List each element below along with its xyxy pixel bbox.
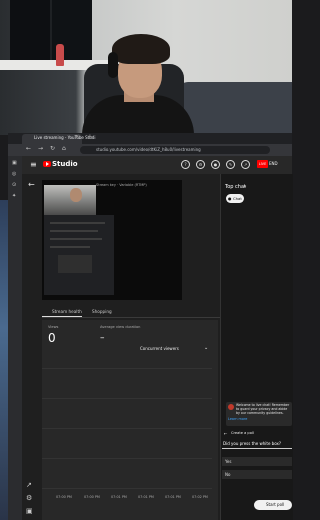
preview-badge: Stream key · Variable (RTMP) (96, 183, 147, 187)
tab-close-icon[interactable]: ✕ (75, 134, 79, 140)
chevron-down-icon[interactable]: ⌄ (243, 183, 247, 189)
address-url: studio.youtube.com/video/dtKiZ_h8u0/live… (96, 147, 201, 152)
chart-gridline (42, 458, 212, 459)
preview-row (50, 246, 90, 248)
x-tick: 07:00 PM (56, 495, 72, 499)
active-tab-indicator (42, 316, 82, 317)
sidebar-icon[interactable]: ◎ (12, 171, 18, 177)
x-tick: 07:00 PM (84, 495, 100, 499)
bottle (56, 44, 64, 66)
chart-gridline (42, 368, 212, 369)
learn-more-link[interactable]: Learn more (228, 417, 247, 421)
end-stream-button[interactable]: END (269, 161, 278, 166)
avg-duration-label: Average view duration (100, 325, 141, 329)
preview-row (50, 230, 98, 232)
poll-option-field[interactable] (222, 470, 292, 479)
x-tick: 07:02 PM (192, 495, 208, 499)
share-icon[interactable]: ↗ (241, 160, 250, 169)
preview-row (50, 238, 102, 240)
preview-dialog (58, 255, 92, 273)
x-tick: 07:01 PM (111, 495, 127, 499)
sidebar-icon[interactable]: ⊙ (12, 182, 18, 188)
edit-icon[interactable]: ✎ (226, 160, 235, 169)
streamer-hair (112, 34, 170, 64)
x-tick: 07:01 PM (165, 495, 181, 499)
preview-row (50, 222, 105, 224)
x-tick: 07:01 PM (138, 495, 154, 499)
reload-icon[interactable]: ↻ (50, 145, 55, 152)
room-door (10, 0, 53, 62)
chart-gridline (42, 428, 212, 429)
sidebar-icon[interactable]: ✦ (12, 193, 18, 199)
new-tab-icon[interactable]: + (87, 133, 93, 141)
settings-icon[interactable]: ⚙ (196, 160, 205, 169)
chart-gridline (42, 398, 212, 399)
views-value: 0 (48, 331, 56, 345)
chevron-down-icon: ⌄ (204, 345, 209, 351)
desktop-strip (0, 200, 8, 520)
views-label: Views (48, 325, 59, 329)
welcome-text: Welcome to live chat! Remember to guard … (236, 403, 290, 415)
feedback-icon[interactable]: ▣ (26, 507, 33, 515)
live-badge: LIVE (257, 160, 268, 168)
help-icon[interactable]: ? (181, 160, 190, 169)
webcam-feed (0, 0, 292, 135)
share-arrow-icon[interactable]: ↗ (26, 481, 32, 489)
youtube-avatar-icon (228, 404, 234, 410)
chat-chip-label: Chat (233, 196, 242, 201)
forward-icon[interactable]: → (38, 145, 43, 152)
poll-header: Create a poll (231, 431, 254, 435)
poll-option-text: No (225, 472, 231, 477)
home-icon[interactable]: ⌂ (62, 145, 66, 152)
chat-panel (220, 174, 293, 520)
camera-icon[interactable]: ● (211, 160, 220, 169)
chat-bubble-icon: ● (228, 196, 232, 201)
sidebar-icon[interactable]: ▣ (12, 160, 18, 166)
chart-baseline (42, 488, 212, 489)
hamburger-menu-icon[interactable]: ≡ (30, 160, 37, 169)
studio-brand[interactable]: Studio (52, 160, 78, 168)
poll-question-text: Did you press the white box? (223, 441, 282, 446)
back-icon[interactable]: ← (26, 145, 31, 152)
back-arrow-icon[interactable]: ← (28, 180, 35, 189)
start-poll-label: Start poll (266, 502, 285, 507)
tab-stream-health[interactable]: Stream health (52, 309, 82, 314)
youtube-play-icon (46, 162, 49, 166)
avg-duration-value: – (100, 333, 105, 343)
back-arrow-icon[interactable]: ← (224, 431, 227, 436)
settings-gear-icon[interactable]: ⚙ (26, 494, 32, 502)
poll-option-field[interactable] (222, 457, 292, 466)
tab-shopping[interactable]: Shopping (92, 309, 112, 314)
preview-face (70, 188, 82, 202)
preview-webcam (44, 185, 96, 215)
browser-sidebar (8, 156, 22, 520)
metric-dropdown-label: Concurrent viewers (140, 346, 179, 351)
bed (178, 82, 292, 135)
headset (108, 52, 118, 78)
poll-option-text: Yes (225, 459, 232, 464)
